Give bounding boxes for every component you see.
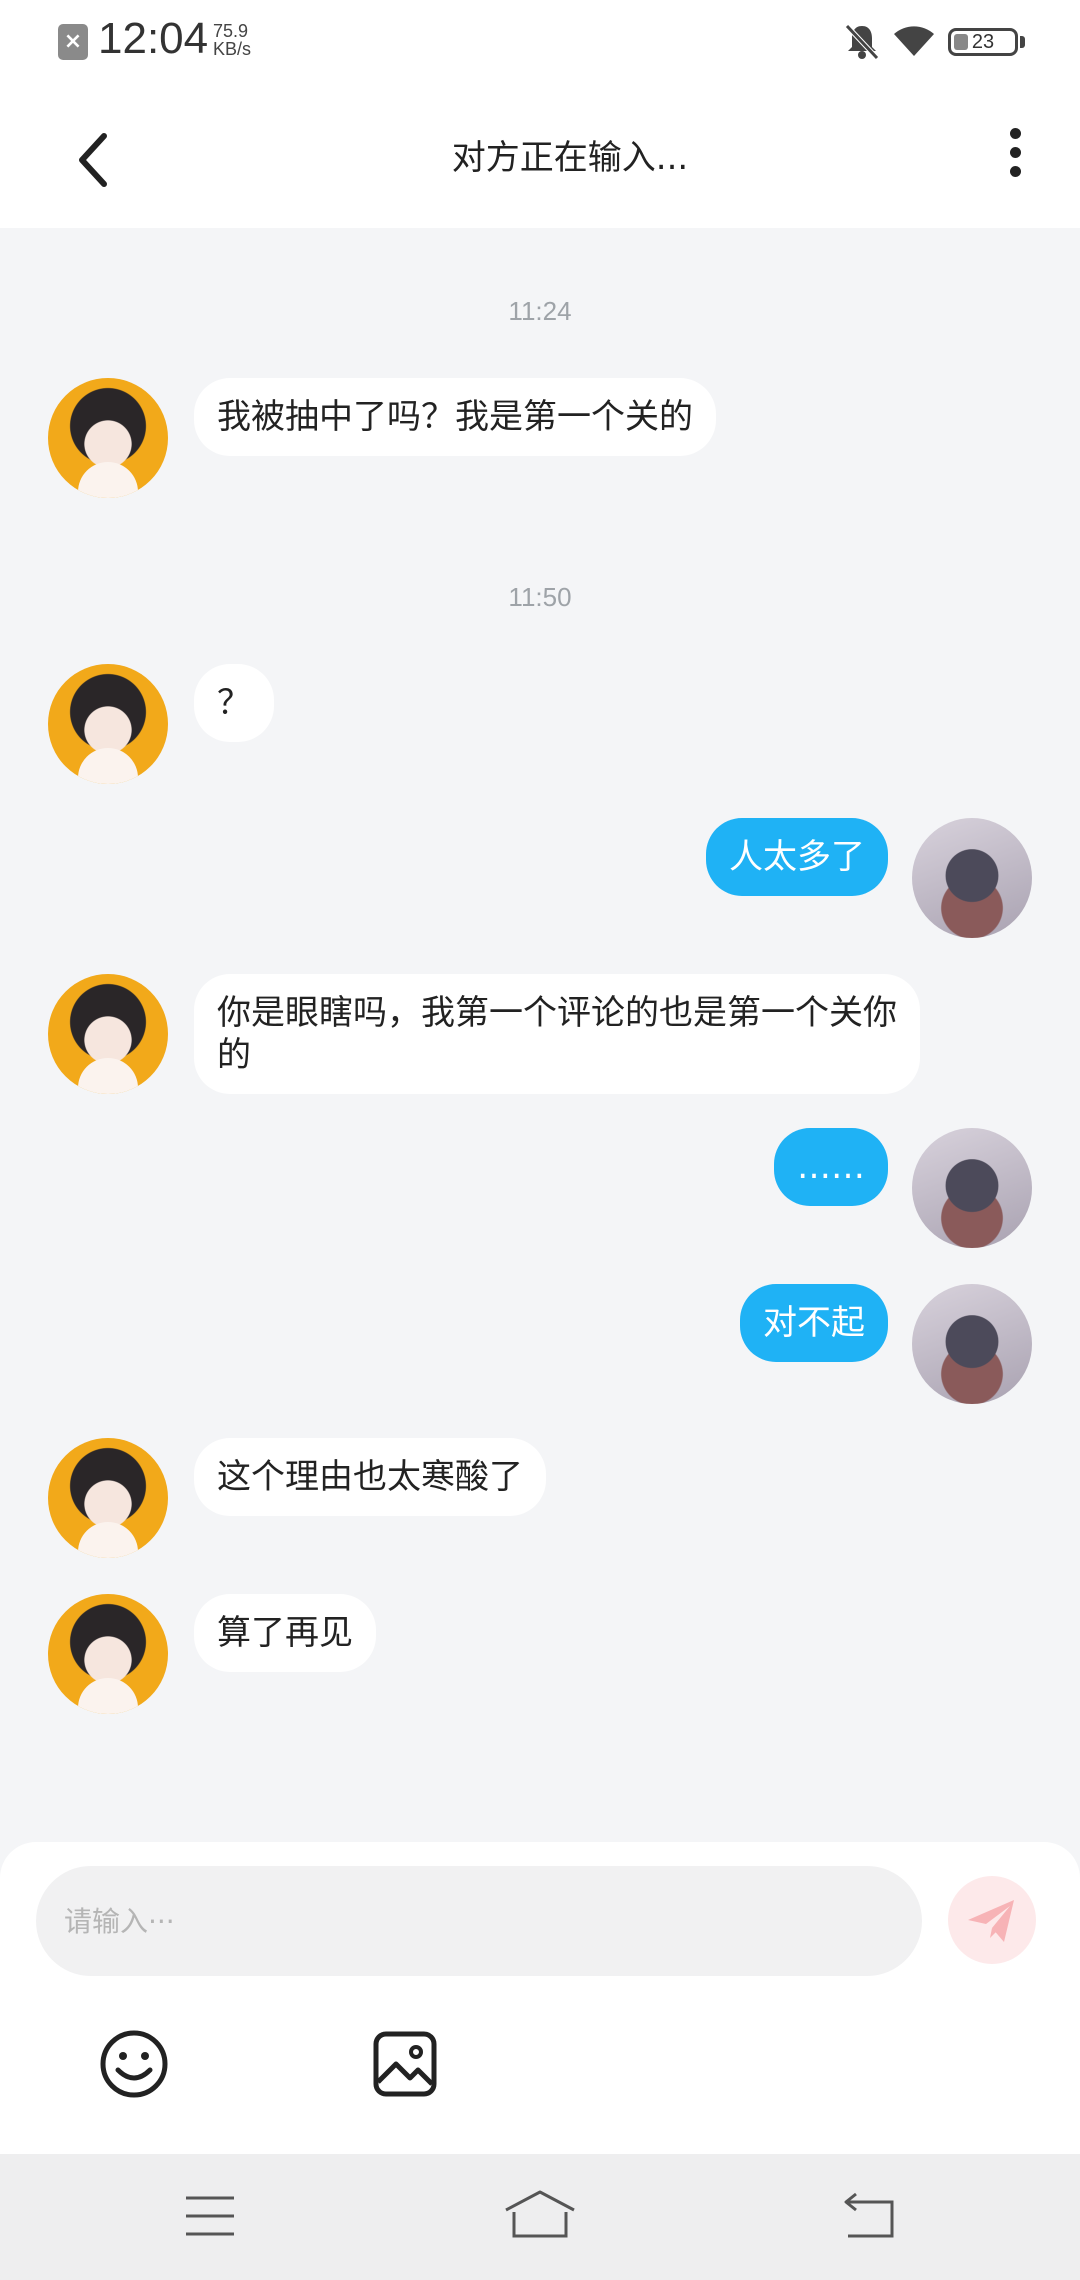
contact-avatar[interactable] [48, 974, 168, 1094]
no-sim-icon: × [58, 24, 88, 60]
message-bubble-incoming[interactable]: 你是眼瞎吗，我第一个评论的也是第一个关你的 [194, 974, 920, 1094]
status-bar: × 12:04 75.9 KB/s 23 [0, 0, 1080, 84]
contact-avatar[interactable] [48, 664, 168, 784]
message-bubble-outgoing[interactable]: 对不起 [740, 1284, 888, 1362]
chat-header: 对方正在输入... [0, 84, 1080, 228]
contact-avatar[interactable] [48, 1594, 168, 1714]
message-bubble-incoming[interactable]: 这个理由也太寒酸了 [194, 1438, 546, 1516]
battery-level: 23 [971, 31, 995, 53]
message-bubble-outgoing[interactable]: …… [774, 1128, 888, 1206]
my-avatar[interactable] [912, 1284, 1032, 1404]
my-avatar[interactable] [912, 1128, 1032, 1248]
my-avatar[interactable] [912, 818, 1032, 938]
menu-button[interactable] [184, 2194, 236, 2238]
message-bubble-incoming[interactable]: 我被抽中了吗？我是第一个关的 [194, 378, 716, 456]
message-bubble-outgoing[interactable]: 人太多了 [706, 818, 888, 896]
message-input[interactable] [36, 1866, 922, 1976]
home-button[interactable] [502, 2188, 578, 2240]
status-time: 12:04 [98, 14, 209, 63]
bell-off-icon [845, 24, 879, 60]
network-speed-value: 75.9 [213, 21, 249, 41]
network-speed: 75.9 KB/s [213, 22, 283, 58]
input-panel [0, 1842, 1080, 2154]
timestamp: 11:50 [508, 582, 572, 612]
timestamp: 11:24 [508, 296, 572, 326]
header-title: 对方正在输入... [451, 138, 689, 178]
nav-back-button[interactable] [842, 2190, 896, 2240]
paper-plane-icon [968, 1900, 1014, 1942]
message-bubble-incoming[interactable]: ？ [194, 664, 274, 742]
more-options-button[interactable] [992, 120, 1038, 200]
system-nav-bar [0, 2154, 1080, 2280]
contact-avatar[interactable] [48, 1438, 168, 1558]
message-bubble-incoming[interactable]: 算了再见 [194, 1594, 376, 1672]
emoji-button[interactable] [98, 2028, 170, 2100]
wifi-icon [894, 26, 934, 56]
contact-avatar[interactable] [48, 378, 168, 498]
send-button[interactable] [948, 1876, 1036, 1964]
more-vertical-icon [1009, 128, 1021, 139]
network-speed-unit: KB/s [213, 39, 252, 59]
back-button[interactable] [60, 120, 130, 200]
battery-icon: 23 [948, 28, 1018, 56]
image-button[interactable] [372, 2028, 438, 2100]
